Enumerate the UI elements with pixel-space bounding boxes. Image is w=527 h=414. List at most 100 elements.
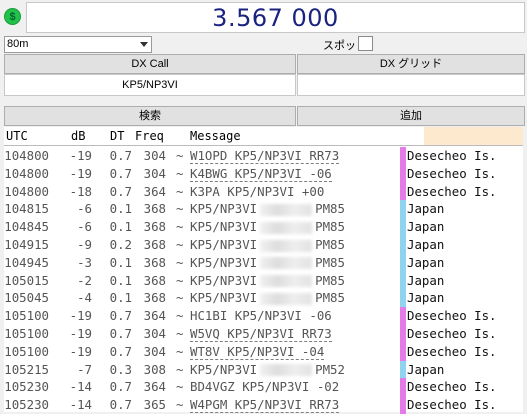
redacted-callsign xyxy=(260,364,313,377)
table-header: UTC dB DT Freq Message xyxy=(4,127,523,145)
message-text: KP5/NP3VI xyxy=(190,219,258,235)
message-grid: PM85 xyxy=(315,272,345,288)
country-color-bar xyxy=(400,360,406,379)
spot-checkbox[interactable] xyxy=(358,36,373,51)
cell-separator: ~ xyxy=(176,148,184,163)
chevron-down-icon[interactable] xyxy=(140,42,148,47)
cell-separator: ~ xyxy=(176,290,184,306)
column-header-dt[interactable]: DT xyxy=(110,127,124,145)
column-header-message[interactable]: Message xyxy=(190,127,241,145)
dx-call-button[interactable]: DX Call xyxy=(4,54,296,74)
dx-grid-field[interactable] xyxy=(297,74,525,96)
cell-message: HC1BI KP5/NP3VI -06 xyxy=(190,307,332,325)
cell-freq: 365 xyxy=(143,397,166,413)
cell-country: Desecheo Is. xyxy=(407,379,497,395)
cell-separator: ~ xyxy=(176,361,184,377)
cell-separator: ~ xyxy=(176,219,184,235)
column-header-freq[interactable]: Freq xyxy=(135,127,164,145)
table-row[interactable]: 105230 -14 0.7 365 ~ W4PGM KP5/NP3VI RR73 Dese… xyxy=(4,396,523,414)
cell-message: KP5/NP3VI PM52 xyxy=(190,361,345,379)
cell-freq: 304 xyxy=(143,165,166,181)
message-text: KP5/NP3VI xyxy=(190,361,258,377)
band-select[interactable]: 80m xyxy=(4,36,152,53)
table-row[interactable]: 105015 -2 0.1 368 ~ KP5/NP3VI PM85 Japan xyxy=(4,271,523,290)
table-row[interactable]: 104800 -19 0.7 304 ~ K4BWG KP5/NP3VI -06 Desec… xyxy=(4,164,523,183)
country-color-bar xyxy=(400,271,406,290)
redacted-callsign xyxy=(260,239,313,252)
dx-grid-button[interactable]: DX グリッド xyxy=(297,54,525,74)
cell-message: KP5/NP3VI PM85 xyxy=(190,289,345,307)
cell-country: Desecheo Is. xyxy=(407,308,497,324)
country-color-bar xyxy=(400,200,406,219)
cell-freq: 368 xyxy=(143,219,166,235)
search-button[interactable]: 検索 xyxy=(4,106,296,126)
cell-country: Desecheo Is. xyxy=(407,183,497,199)
table-row[interactable]: 105230 -14 0.7 364 ~ BD4VGZ KP5/NP3VI -02 Dese… xyxy=(4,378,523,397)
cell-separator: ~ xyxy=(176,183,184,199)
cell-country: Desecheo Is. xyxy=(407,148,497,163)
table-row[interactable]: 105215 -7 0.3 308 ~ KP5/NP3VI PM52 Japan xyxy=(4,360,523,379)
table-row[interactable]: 105100 -19 0.7 364 ~ HC1BI KP5/NP3VI -06 Desec… xyxy=(4,307,523,325)
cell-message: K4BWG KP5/NP3VI -06 xyxy=(190,165,332,183)
cell-country: Japan xyxy=(407,237,445,252)
table-row[interactable]: 104845 -6 0.1 368 ~ KP5/NP3VI PM85 Japan xyxy=(4,218,523,236)
cell-freq: 364 xyxy=(143,308,166,324)
cell-separator: ~ xyxy=(176,379,184,395)
cell-message: KP5/NP3VI PM85 xyxy=(190,218,345,236)
message-text: HC1BI KP5/NP3VI -06 xyxy=(190,308,332,324)
cell-freq: 368 xyxy=(143,201,166,217)
message-grid: PM52 xyxy=(315,361,345,377)
table-row[interactable]: 105100 -19 0.7 304 ~ W5VQ KP5/NP3VI RR73 Desec… xyxy=(4,325,523,343)
table-row[interactable]: 104800 -19 0.7 304 ~ W1OPD KP5/NP3VI RR73 Dese… xyxy=(4,147,523,165)
table-row[interactable]: 104815 -6 0.1 368 ~ KP5/NP3VI PM85 Japan xyxy=(4,200,523,219)
country-color-bar xyxy=(400,289,406,308)
redacted-callsign xyxy=(260,275,313,288)
cell-separator: ~ xyxy=(176,397,184,413)
cell-message: KP5/NP3VI PM85 xyxy=(190,254,345,272)
cell-freq: 368 xyxy=(143,290,166,306)
dollar-status-icon[interactable]: $ xyxy=(4,8,21,25)
cell-country: Japan xyxy=(407,201,445,217)
header-accent-bar xyxy=(424,127,523,145)
cell-freq: 304 xyxy=(143,148,166,163)
message-text: KP5/NP3VI xyxy=(190,290,258,306)
message-text: K3PA KP5/NP3VI +00 xyxy=(190,183,325,199)
cell-freq: 304 xyxy=(143,343,166,359)
cell-message: W5VQ KP5/NP3VI RR73 xyxy=(190,325,332,343)
redacted-callsign xyxy=(260,203,313,216)
message-text: KP5/NP3VI xyxy=(190,201,258,217)
cell-country: Japan xyxy=(407,361,445,377)
cell-message: BD4VGZ KP5/NP3VI -02 xyxy=(190,378,339,396)
column-header-utc[interactable]: UTC xyxy=(6,127,28,145)
country-color-bar xyxy=(400,342,406,361)
message-text: K4BWG KP5/NP3VI -06 xyxy=(190,165,332,182)
cell-message: KP5/NP3VI PM85 xyxy=(190,236,345,254)
cell-message: W4PGM KP5/NP3VI RR73 xyxy=(190,396,340,414)
column-header-db[interactable]: dB xyxy=(71,127,85,145)
table-row[interactable]: 104945 -3 0.1 368 ~ KP5/NP3VI PM85 Japan xyxy=(4,253,523,272)
decode-list[interactable]: 104800 -19 0.7 304 ~ W1OPD KP5/NP3VI RR73 Dese… xyxy=(4,145,523,414)
message-grid: PM85 xyxy=(315,219,345,235)
dx-call-field[interactable]: KP5/NP3VI xyxy=(4,74,296,96)
message-text: W5VQ KP5/NP3VI RR73 xyxy=(190,326,332,342)
cell-separator: ~ xyxy=(176,343,184,359)
cell-freq: 364 xyxy=(143,183,166,199)
country-color-bar xyxy=(400,236,406,254)
message-grid: PM85 xyxy=(315,201,345,217)
add-button[interactable]: 追加 xyxy=(297,106,525,126)
cell-country: Japan xyxy=(407,290,445,306)
table-row[interactable]: 104915 -9 0.2 368 ~ KP5/NP3VI PM85 Japan xyxy=(4,236,523,254)
message-text: W1OPD KP5/NP3VI RR73 xyxy=(190,148,340,164)
message-grid: PM85 xyxy=(315,254,345,270)
message-text: KP5/NP3VI xyxy=(190,272,258,288)
top-bar: $ 3.567 000 xyxy=(0,0,527,34)
cell-country: Japan xyxy=(407,219,445,235)
cell-freq: 364 xyxy=(143,379,166,395)
cell-separator: ~ xyxy=(176,165,184,181)
table-row[interactable]: 105100 -19 0.7 304 ~ WT8V KP5/NP3VI -04 Desech… xyxy=(4,342,523,361)
cell-separator: ~ xyxy=(176,237,184,252)
table-row[interactable]: 105045 -4 0.1 368 ~ KP5/NP3VI PM85 Japan xyxy=(4,289,523,308)
cell-freq: 368 xyxy=(143,254,166,270)
cell-country: Desecheo Is. xyxy=(407,165,497,181)
table-row[interactable]: 104800 -18 0.7 364 ~ K3PA KP5/NP3VI +00 Desech… xyxy=(4,182,523,201)
